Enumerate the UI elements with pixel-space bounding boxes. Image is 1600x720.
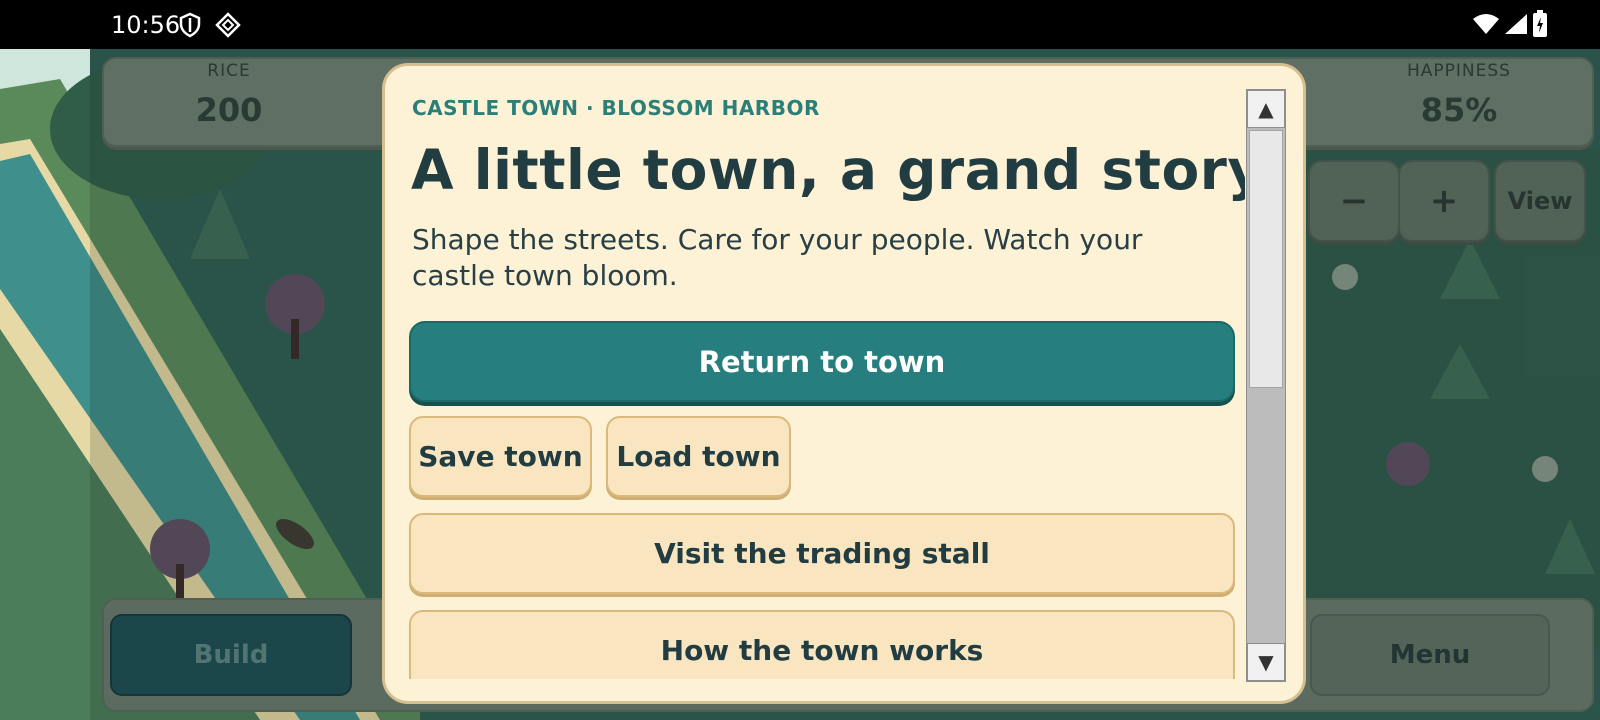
status-bar: 10:56 <box>0 0 1600 49</box>
signal-icon <box>1505 14 1527 34</box>
wifi-icon <box>1473 14 1499 34</box>
stat-label: RICE <box>207 61 251 81</box>
save-town-button[interactable]: Save town <box>409 416 592 497</box>
trading-stall-button[interactable]: Visit the trading stall <box>409 513 1235 594</box>
diamond-icon <box>215 12 241 38</box>
dialog-content: CASTLE TOWN · BLOSSOM HARBOR A little to… <box>385 66 1245 679</box>
stat-rice: RICE 200 <box>104 59 354 129</box>
scroll-up-arrow-icon[interactable]: ▲ <box>1247 90 1285 128</box>
dialog-scrollbar[interactable]: ▲ ▼ <box>1246 89 1286 682</box>
load-town-button[interactable]: Load town <box>606 416 791 497</box>
stat-happiness: HAPPINESS 85% <box>1334 59 1584 129</box>
view-button[interactable]: View <box>1494 160 1586 242</box>
shield-icon <box>179 12 201 38</box>
stat-value: 200 <box>195 91 263 129</box>
clock: 10:56 <box>111 11 181 39</box>
title-menu-dialog: CASTLE TOWN · BLOSSOM HARBOR A little to… <box>382 63 1306 704</box>
scroll-down-arrow-icon[interactable]: ▼ <box>1247 643 1285 681</box>
dialog-title: A little town, a grand story <box>411 138 1245 202</box>
battery-icon <box>1533 10 1547 37</box>
how-it-works-button[interactable]: How the town works <box>409 610 1235 679</box>
stat-label: HAPPINESS <box>1407 61 1511 81</box>
menu-button[interactable]: Menu <box>1310 614 1550 696</box>
zoom-out-button[interactable]: − <box>1308 160 1400 242</box>
stat-value: 85% <box>1420 91 1498 129</box>
scrollbar-thumb[interactable] <box>1249 130 1283 388</box>
build-button[interactable]: Build <box>110 614 352 696</box>
return-to-town-button[interactable]: Return to town <box>409 321 1235 402</box>
zoom-in-button[interactable]: + <box>1398 160 1490 242</box>
dialog-description: Shape the streets. Care for your people.… <box>412 223 1143 292</box>
dialog-eyebrow: CASTLE TOWN · BLOSSOM HARBOR <box>412 96 820 120</box>
